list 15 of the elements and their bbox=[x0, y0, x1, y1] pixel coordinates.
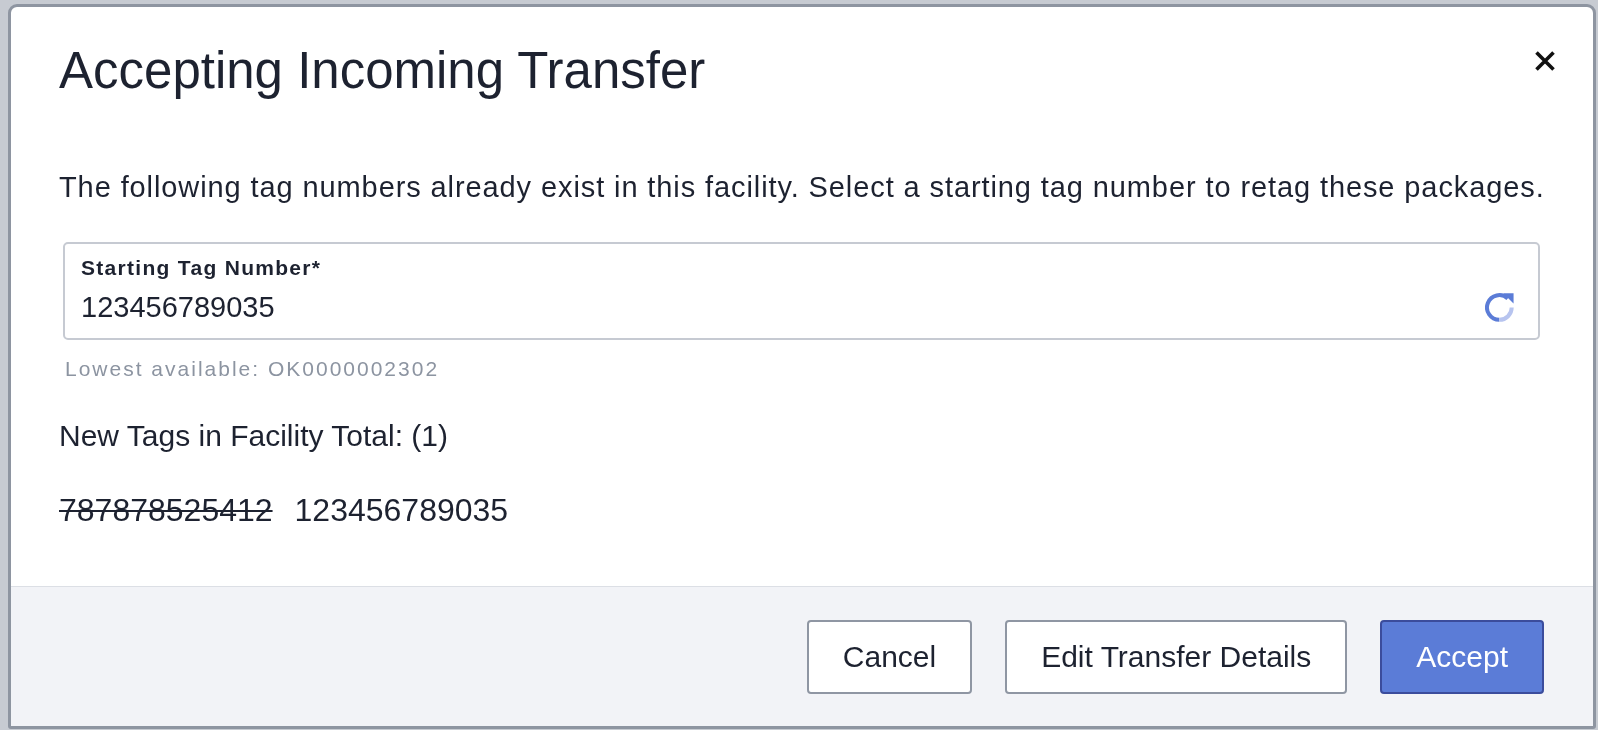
tag-number-input[interactable]: 123456789035 bbox=[81, 290, 1473, 325]
new-tag-text: 123456789035 bbox=[294, 491, 509, 529]
dialog-title: Accepting Incoming Transfer bbox=[59, 41, 706, 101]
old-tag-text: 787878525412 bbox=[59, 491, 273, 529]
accept-button[interactable]: Accept bbox=[1380, 620, 1544, 694]
field-label: Starting Tag Number* bbox=[81, 255, 322, 280]
edit-transfer-details-button[interactable]: Edit Transfer Details bbox=[1005, 620, 1348, 694]
refresh-icon[interactable] bbox=[1485, 293, 1514, 322]
message-text: The following tag numbers already exist in this facility. Select a starting tag number to retag these packages. bbox=[59, 170, 1545, 205]
cancel-button[interactable]: Cancel bbox=[806, 620, 973, 694]
input-box[interactable]: Starting Tag Number* 123456789035 bbox=[63, 242, 1540, 340]
hint-text: Lowest available: OK0000002302 bbox=[65, 356, 440, 381]
close-button[interactable] bbox=[1535, 51, 1555, 71]
tags-total-text: New Tags in Facility Total: (1) bbox=[59, 418, 449, 454]
close-icon bbox=[1535, 51, 1555, 71]
